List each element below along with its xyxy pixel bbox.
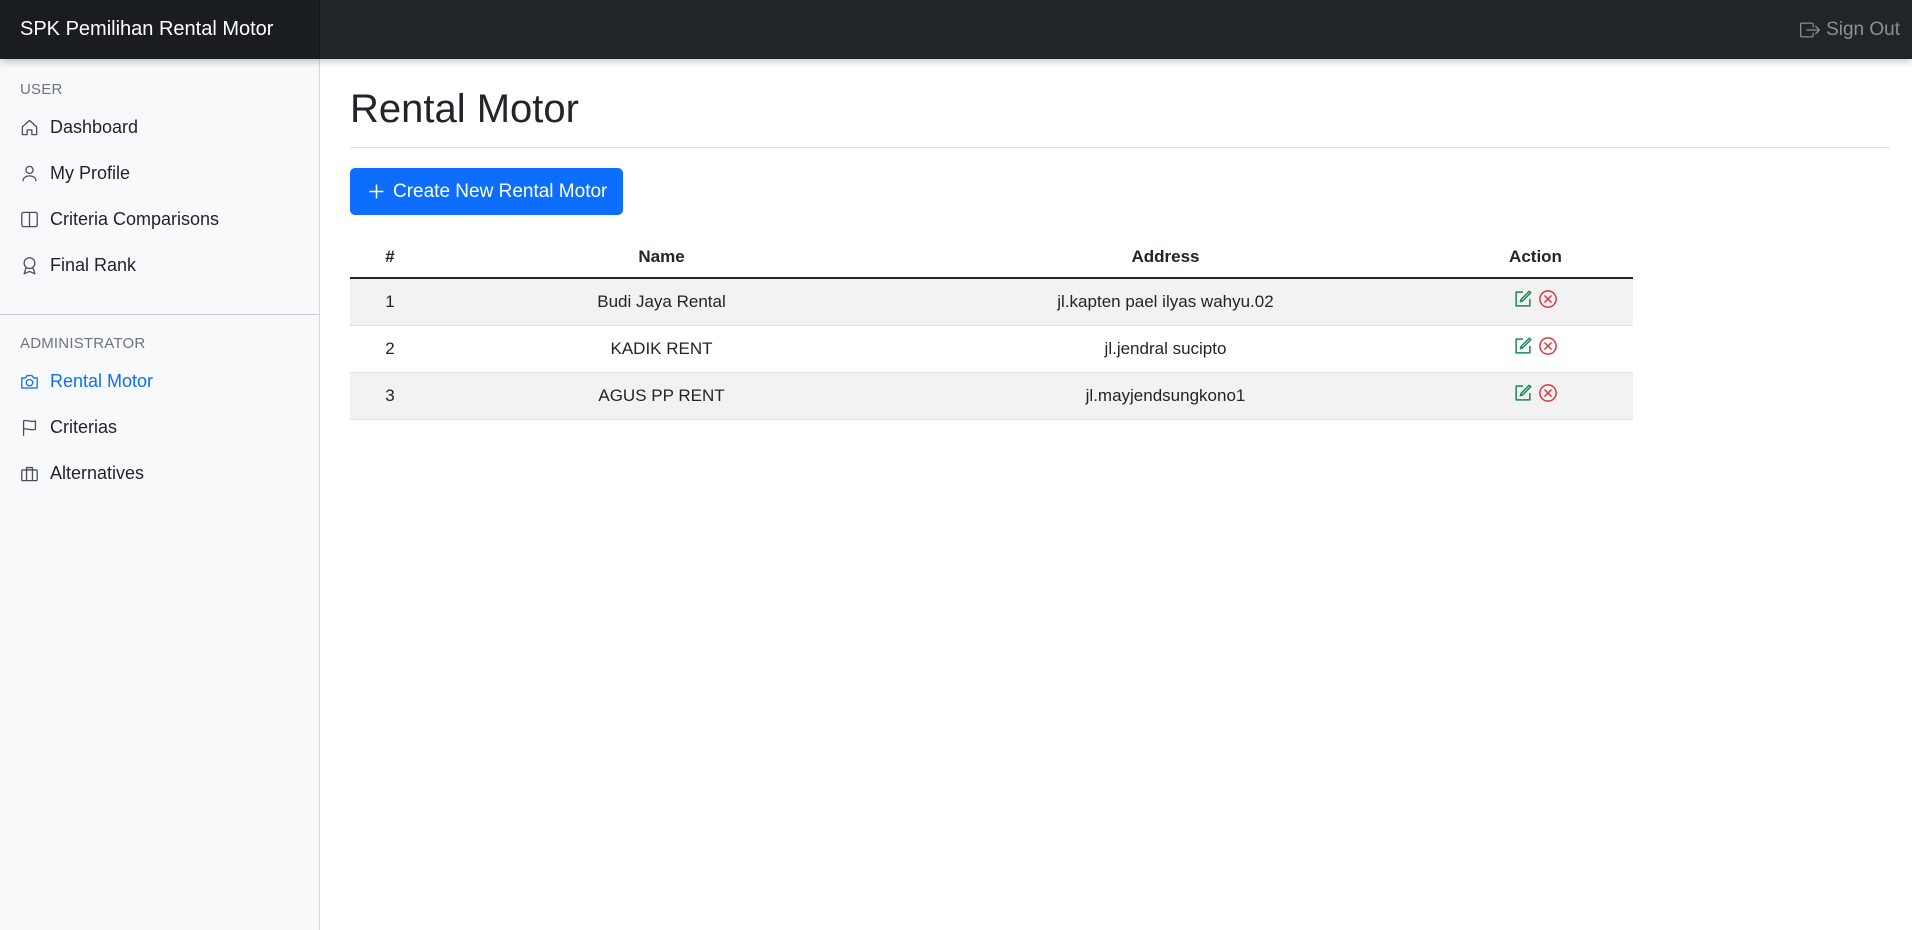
sidebar-divider (0, 314, 319, 315)
sidebar-item-criteria-comparisons[interactable]: Criteria Comparisons (0, 196, 319, 242)
sidebar-user-list: Dashboard My Profile Criteria Comparison… (0, 104, 319, 288)
sidebar-item-criterias[interactable]: Criterias (0, 404, 319, 450)
cell-name: AGUS PP RENT (430, 372, 893, 420)
sidebar-item-label: Criterias (50, 416, 118, 437)
edit-icon[interactable] (1513, 289, 1533, 309)
edit-icon[interactable] (1513, 336, 1533, 356)
sidebar-item-final-rank[interactable]: Final Rank (0, 242, 319, 288)
rental-motor-table: # Name Address Action 1 Budi Jaya Rental… (350, 237, 1633, 420)
cell-address: jl.kapten pael ilyas wahyu.02 (893, 278, 1438, 326)
column-header-action: Action (1438, 237, 1633, 279)
sidebar-item-label: Rental Motor (50, 370, 154, 391)
box-arrow-right-icon (1800, 22, 1821, 37)
column-header-address: Address (893, 237, 1438, 279)
table-row: 3 AGUS PP RENT jl.mayjendsungkono1 (350, 372, 1633, 420)
sidebar-item-label: My Profile (50, 162, 131, 183)
main-content: Rental Motor Create New Rental Motor # N… (350, 59, 1890, 420)
cell-number: 3 (350, 372, 430, 420)
house-icon (21, 119, 38, 135)
cell-address: jl.jendral sucipto (893, 325, 1438, 373)
sidebar-admin-list: Rental Motor Criterias Alternatives (0, 358, 319, 496)
sidebar-item-rental-motor[interactable]: Rental Motor (0, 358, 319, 404)
table-row: 1 Budi Jaya Rental jl.kapten pael ilyas … (350, 278, 1633, 326)
cell-name: KADIK RENT (430, 325, 893, 373)
cell-name: Budi Jaya Rental (430, 278, 893, 326)
delete-icon[interactable] (1538, 289, 1558, 309)
brand-title[interactable]: SPK Pemilihan Rental Motor (0, 0, 320, 59)
sidebar-heading-user: USER (20, 81, 63, 98)
camera-icon (21, 374, 38, 389)
award-icon (23, 256, 36, 274)
edit-icon[interactable] (1513, 383, 1533, 403)
cell-action (1438, 325, 1633, 373)
column-header-number: # (350, 237, 430, 279)
person-icon (22, 165, 37, 181)
create-rental-motor-button[interactable]: Create New Rental Motor (350, 168, 624, 215)
title-divider (350, 147, 1890, 148)
cell-action (1438, 278, 1633, 326)
table-row: 2 KADIK RENT jl.jendral sucipto (350, 325, 1633, 373)
sidebar-item-label: Dashboard (50, 116, 139, 137)
flag-icon (22, 419, 37, 436)
column-header-name: Name (430, 237, 893, 279)
cell-action (1438, 372, 1633, 420)
top-navbar: SPK Pemilihan Rental Motor Sign Out (0, 0, 1912, 59)
table-header-row: # Name Address Action (350, 237, 1633, 279)
cell-number: 2 (350, 325, 430, 373)
layout-split-icon (21, 211, 38, 227)
plus-icon (369, 184, 384, 199)
sidebar-item-label: Criteria Comparisons (50, 208, 220, 229)
sidebar-heading-administrator: ADMINISTRATOR (20, 335, 146, 352)
sign-out-button[interactable]: Sign Out (1800, 0, 1900, 59)
create-button-label: Create New Rental Motor (393, 180, 608, 202)
briefcase-icon (21, 466, 38, 481)
sidebar-item-alternatives[interactable]: Alternatives (0, 450, 319, 496)
page-title: Rental Motor (350, 87, 579, 131)
delete-icon[interactable] (1538, 383, 1558, 403)
cell-number: 1 (350, 278, 430, 326)
sidebar-item-my-profile[interactable]: My Profile (0, 150, 319, 196)
sidebar-item-label: Alternatives (50, 462, 145, 483)
sidebar: USER Dashboard My Profile Criteria Compa… (0, 59, 320, 930)
sign-out-label: Sign Out (1826, 18, 1900, 40)
sidebar-item-dashboard[interactable]: Dashboard (0, 104, 319, 150)
cell-address: jl.mayjendsungkono1 (893, 372, 1438, 420)
sidebar-item-label: Final Rank (50, 254, 137, 275)
delete-icon[interactable] (1538, 336, 1558, 356)
